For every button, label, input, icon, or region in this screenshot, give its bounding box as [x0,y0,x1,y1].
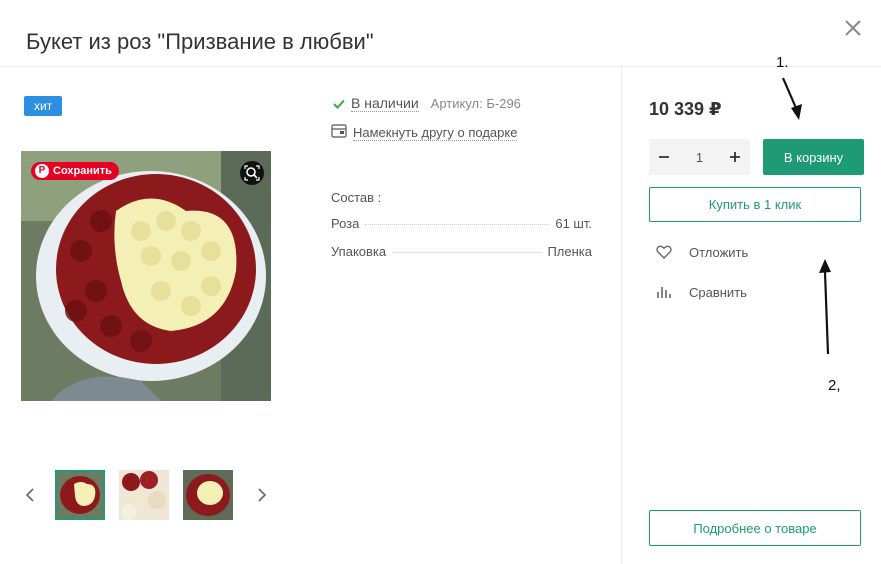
wishlist-button[interactable]: Отложить [655,244,748,260]
header-divider [0,66,881,67]
pinterest-save-label: Сохранить [53,165,112,177]
thumbnail-3[interactable] [183,470,233,520]
thumbnail-2[interactable] [119,470,169,520]
quantity-stepper: 1 [649,139,750,175]
annotation-label-2: 2, [828,377,841,394]
check-icon [333,96,345,112]
close-icon[interactable] [843,18,863,38]
composition-title: Состав : [331,190,382,205]
composition-name: Упаковка [331,244,387,259]
pinterest-save-button[interactable]: P Сохранить [31,162,119,180]
column-divider [621,66,622,564]
compare-button[interactable]: Сравнить [655,284,747,300]
stock-status: В наличии Артикул: Б-296 [333,95,521,112]
product-details-button[interactable]: Подробнее о товаре [649,510,861,546]
product-photo[interactable]: P Сохранить [21,151,271,401]
compare-label: Сравнить [689,284,747,300]
stock-label[interactable]: В наличии [351,95,419,112]
bar-chart-icon [655,284,673,300]
gift-hint-label: Намекнуть другу о подарке [353,124,518,141]
leader-dots [365,224,550,225]
annotation-arrow-1 [781,77,802,120]
composition-value: 61 шт. [555,216,592,231]
thumbnail-gallery [21,468,271,522]
composition-value: Пленка [547,244,592,259]
thumbnail-1[interactable] [55,470,105,520]
quantity-value[interactable]: 1 [696,150,703,165]
hit-badge: хит [24,96,63,116]
gift-hint-link[interactable]: Намекнуть другу о подарке [331,124,518,141]
price: 10 339 ₽ [649,99,722,119]
buy-one-click-button[interactable]: Купить в 1 клик [649,187,861,222]
composition-row: Упаковка Пленка [331,244,592,259]
sku-label: Артикул: Б-296 [430,96,521,111]
modal-title: Букет из роз "Призвание в любви" [26,28,374,54]
composition-row: Роза 61 шт. [331,216,592,231]
add-to-cart-button[interactable]: В корзину [763,139,864,175]
composition-name: Роза [331,216,360,231]
annotation-arrow-2 [819,259,831,355]
minus-icon[interactable] [649,139,679,175]
heart-icon [655,244,673,260]
chevron-left-icon[interactable] [21,480,39,510]
chevron-right-icon[interactable] [253,480,271,510]
gift-icon [331,124,347,141]
leader-dots [392,252,542,253]
annotation-label-1: 1. [776,54,789,71]
wishlist-label: Отложить [689,244,749,260]
pinterest-icon: P [35,164,49,178]
plus-icon[interactable] [720,139,750,175]
zoom-icon[interactable] [240,161,264,185]
